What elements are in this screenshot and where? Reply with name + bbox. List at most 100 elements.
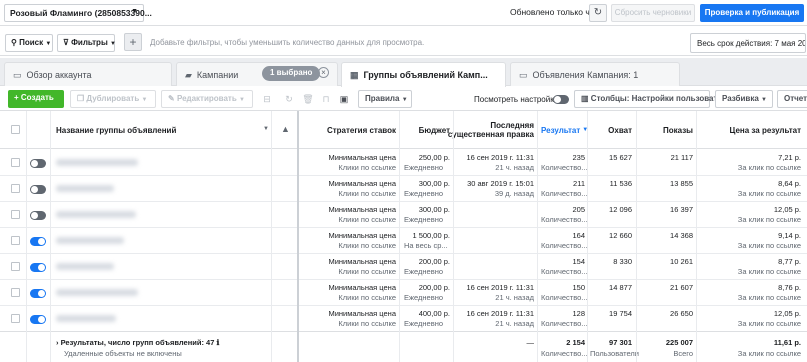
budget-cell[interactable]: 200,00 р. [400,257,450,267]
reach-cell: 12 096 [609,205,632,214]
create-button[interactable]: + Создать [8,90,64,108]
header-label: Результат [541,125,581,135]
clear-selection-icon[interactable]: × [318,67,329,78]
view-settings-toggle[interactable] [553,94,569,105]
results-sub: Количество... [541,293,588,302]
table-row[interactable]: Минимальная цена Клики по ссылке 200,00 р.… [0,254,807,280]
lock-icon[interactable]: ⊓ [318,92,334,106]
adset-name-redacted[interactable] [56,185,114,192]
budget-cell[interactable]: 400,00 р. [400,309,450,319]
tab-account-overview[interactable]: ▭ Обзор аккаунта [4,62,172,86]
cpr-cell: 9,14 р. [778,231,801,240]
col-last-edit-header[interactable]: Последняя существенная правка [448,111,534,149]
table-row[interactable]: Минимальная цена Клики по ссылке 300,00 р.… [0,176,807,202]
adset-status-toggle[interactable] [30,184,46,195]
columns-button[interactable]: ▥ Столбцы: Настройки пользовате ▼ [574,90,730,108]
filter-bar: ⚲ Поиск ▼ ⊽ Фильтры ▼ + Добавьте фильтры… [0,30,807,56]
adset-name-redacted[interactable] [56,289,138,296]
adset-status-toggle[interactable] [30,314,46,325]
summary-text: Результаты, число групп объявлений: 47 [60,338,215,347]
ab-test-icon[interactable]: ⊟ [259,92,275,106]
adset-status-toggle[interactable] [30,288,46,299]
summary-label[interactable]: › Результаты, число групп объявлений: 47… [56,338,219,348]
reach-cell: 11 536 [609,179,632,188]
summary-reach-sub: Пользователи [590,349,639,358]
create-label: Создать [20,93,54,102]
col-divider [453,111,454,362]
col-reach-header[interactable]: Охват [590,111,632,149]
rules-button[interactable]: Правила ▼ [358,90,412,108]
add-filter-button[interactable]: + [124,33,142,51]
select-all-checkbox[interactable] [11,125,20,134]
filters-button[interactable]: ⊽ Фильтры ▼ [57,34,116,52]
cpr-sub: За клик по ссылке [737,189,801,198]
adset-status-toggle[interactable] [30,210,46,221]
review-publish-button[interactable]: Проверка и публикация (1) [700,4,804,35]
summary-sub: Удаленные объекты не включены [64,349,182,358]
col-results-header[interactable]: Результат ▼ [541,111,588,149]
adset-status-toggle[interactable] [30,158,46,169]
cpr-cell: 8,76 р. [778,283,801,292]
edit-button[interactable]: ✎ Редактировать ▼ [161,90,253,108]
account-selector[interactable]: Розовый Фламинго (2850853390... ▼ [4,4,152,22]
table-header: Название группы объявлений ▼ ▲ Стратегия… [0,111,807,149]
table-row[interactable]: Минимальная цена Клики по ссылке 1 500,00 … [0,228,807,254]
cpr-sub: За клик по ссылке [737,241,801,250]
row-checkbox[interactable] [11,210,20,219]
cpr-sub: За клик по ссылке [737,267,801,276]
row-checkbox[interactable] [11,236,20,245]
folder-icon: ▰ [185,70,192,80]
row-checkbox[interactable] [11,314,20,323]
col-name-header[interactable]: Название группы объявлений [56,111,266,149]
budget-cell[interactable]: 250,00 р. [400,153,450,163]
col-impressions-header[interactable]: Показы [640,111,693,149]
budget-cell[interactable]: 200,00 р. [400,283,450,293]
cpr-sub: За клик по ссылке [737,293,801,302]
strategy-sub: Клики по ссылке [338,215,396,224]
last-edit-cell: 30 авг 2019 г. 15:01 [467,179,534,188]
frozen-divider[interactable] [297,111,299,362]
selected-count-badge: 1 выбрано [262,66,321,81]
grid-icon: ▦ [350,70,359,80]
row-checkbox[interactable] [11,158,20,167]
table-row[interactable]: Минимальная цена Клики по ссылке 400,00 р.… [0,306,807,332]
table-row[interactable]: Минимальная цена Клики по ссылке 250,00 р.… [0,150,807,176]
col-budget-header[interactable]: Бюджет [400,111,450,149]
reach-cell: 8 330 [613,257,632,266]
search-label: Поиск [19,38,44,47]
adset-status-toggle[interactable] [30,236,46,247]
row-checkbox[interactable] [11,184,20,193]
search-button[interactable]: ⚲ Поиск ▼ [5,34,53,52]
budget-cell[interactable]: 300,00 р. [400,179,450,189]
budget-cell[interactable]: 1 500,00 р. [400,231,450,241]
strategy-sub: Клики по ссылке [338,319,396,328]
table-row[interactable]: Минимальная цена Клики по ссылке 300,00 р.… [0,202,807,228]
col-strategy-header[interactable]: Стратегия ставок [300,111,396,149]
date-range-picker[interactable]: Весь срок действия: 7 мая 201 [690,33,806,53]
tab-ads[interactable]: ▭ Объявления Кампания: 1 [510,62,680,86]
col-cpr-header[interactable]: Цена за результат [700,111,801,149]
adset-name-redacted[interactable] [56,237,124,244]
tab-adsets[interactable]: ▦ Группы объявлений Камп... [341,62,506,87]
adset-status-toggle[interactable] [30,262,46,273]
refresh-icon[interactable]: ↻ [589,4,607,22]
reports-button[interactable]: Отчеты [777,90,807,108]
table-row[interactable]: Минимальная цена Клики по ссылке 200,00 р.… [0,280,807,306]
discard-icon[interactable]: ↻ [281,92,297,106]
adset-name-redacted[interactable] [56,211,136,218]
trash-icon[interactable]: 🗑 [300,92,316,106]
adset-name-redacted[interactable] [56,263,114,270]
chart-icon[interactable]: ▣ [336,92,352,106]
row-checkbox[interactable] [11,262,20,271]
last-edit-sub: 21 ч. назад [495,163,534,172]
filter-hint: Добавьте фильтры, чтобы уменьшить количе… [150,38,425,47]
row-checkbox[interactable] [11,288,20,297]
strategy-cell: Минимальная цена [328,309,396,318]
breakdown-button[interactable]: Разбивка ▼ [715,90,773,108]
budget-cell[interactable]: 300,00 р. [400,205,450,215]
adset-name-redacted[interactable] [56,315,116,322]
sort-chevron-icon[interactable]: ▼ [263,126,269,132]
adset-name-redacted[interactable] [56,159,138,166]
duplicate-button[interactable]: ❐ Дублировать ▼ [70,90,156,108]
discard-drafts-button[interactable]: Сбросить черновики [611,4,695,22]
